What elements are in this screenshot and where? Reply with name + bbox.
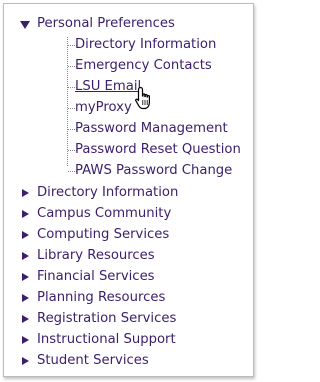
triangle-right-icon[interactable] (20, 330, 32, 350)
tree-item-label[interactable]: Directory Information (37, 183, 178, 203)
tree-item-label[interactable]: Student Services (37, 351, 149, 371)
tree-subitem-label[interactable]: Emergency Contacts (75, 56, 212, 76)
tree-item-computing-services[interactable]: Computing Services (4, 225, 253, 245)
tree-item-label[interactable]: Personal Preferences (37, 14, 175, 34)
tree-item-library-resources[interactable]: Library Resources (4, 246, 253, 266)
tree-subitem-label[interactable]: Password Management (75, 119, 228, 139)
triangle-right-icon[interactable] (20, 183, 32, 203)
tree-item-label[interactable]: Financial Services (37, 267, 155, 287)
triangle-right-icon[interactable] (20, 288, 32, 308)
triangle-down-icon[interactable] (19, 14, 31, 34)
triangle-right-icon[interactable] (20, 246, 32, 266)
triangle-right-icon[interactable] (20, 204, 32, 224)
tree-item-registration-services[interactable]: Registration Services (4, 309, 253, 329)
tree-item-financial-services[interactable]: Financial Services (4, 267, 253, 287)
tree-subitem-label[interactable]: LSU Email (75, 77, 141, 97)
tree-item-label[interactable]: Computing Services (37, 225, 169, 245)
tree-subitem-label[interactable]: PAWS Password Change (75, 161, 232, 181)
triangle-right-icon[interactable] (20, 309, 32, 329)
tree-item-label[interactable]: Registration Services (37, 309, 176, 329)
tree-item-personal-preferences[interactable]: Personal Preferences (4, 14, 253, 34)
tree-connector-vertical (67, 37, 68, 166)
tree-item-campus-community[interactable]: Campus Community (4, 204, 253, 224)
tree-subitem-label[interactable]: myProxy (75, 98, 132, 118)
tree-item-planning-resources[interactable]: Planning Resources (4, 288, 253, 308)
triangle-right-icon[interactable] (20, 225, 32, 245)
tree-item-student-services[interactable]: Student Services (4, 351, 253, 371)
navigation-tree: Personal Preferences Directory Informati… (4, 4, 253, 376)
tree-item-label[interactable]: Library Resources (37, 246, 155, 266)
tree-item-label[interactable]: Campus Community (37, 204, 171, 224)
tree-item-instructional-support[interactable]: Instructional Support (4, 330, 253, 350)
navigation-panel: Personal Preferences Directory Informati… (3, 3, 254, 377)
tree-item-label[interactable]: Instructional Support (37, 330, 176, 350)
triangle-right-icon[interactable] (20, 267, 32, 287)
tree-item-directory-information[interactable]: Directory Information (4, 183, 253, 203)
triangle-right-icon[interactable] (20, 351, 32, 371)
hand-pointer-cursor-icon (135, 86, 150, 110)
tree-subitem-label[interactable]: Directory Information (75, 35, 216, 55)
tree-item-label[interactable]: Planning Resources (37, 288, 165, 308)
tree-subitem-label[interactable]: Password Reset Question (75, 140, 241, 160)
